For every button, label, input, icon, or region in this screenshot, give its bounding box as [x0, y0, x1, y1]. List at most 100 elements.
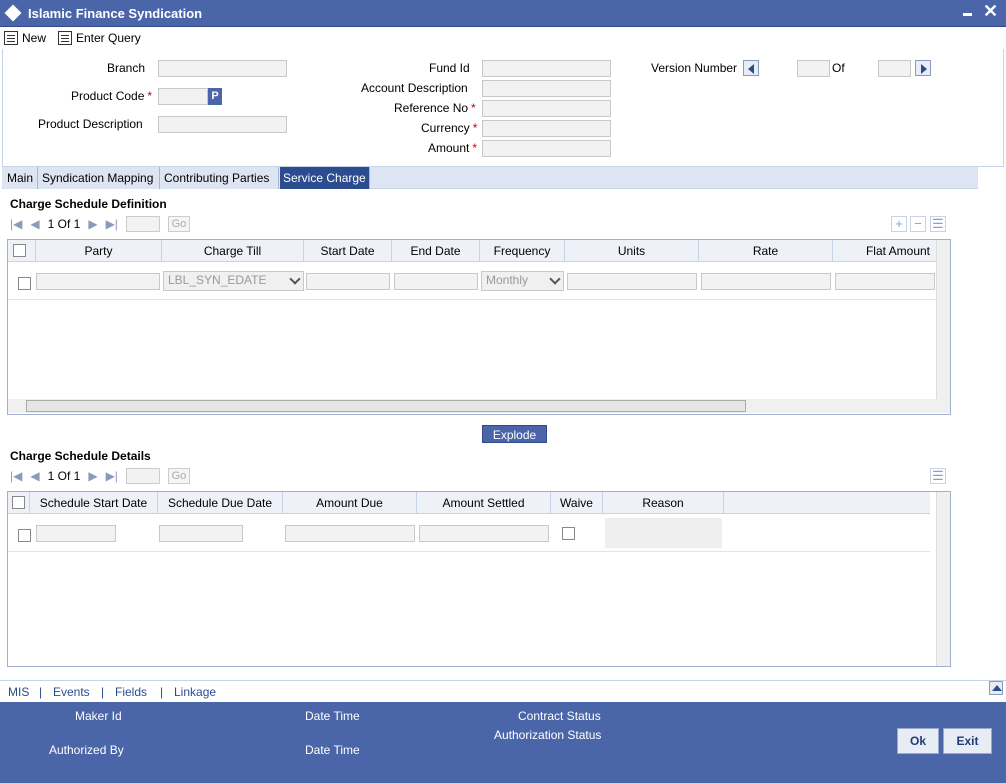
row-checkbox[interactable] [18, 529, 31, 542]
last-page-icon[interactable]: ▶| [106, 469, 118, 483]
ok-button[interactable]: Ok [897, 728, 939, 754]
definition-page-input[interactable] [125, 216, 160, 232]
schedule-due-date-field[interactable] [159, 525, 243, 542]
amount-field[interactable] [482, 140, 611, 157]
minimize-icon[interactable] [963, 13, 972, 16]
tab-main[interactable]: Main [4, 167, 38, 189]
authorization-status-label: Authorization Status [494, 728, 602, 742]
fund-id-label: Fund Id [429, 61, 470, 75]
single-view-icon[interactable]: ☰ [930, 216, 946, 232]
explode-button[interactable]: Explode [482, 425, 547, 443]
version-next-button[interactable] [915, 60, 931, 76]
next-page-icon[interactable]: ▶ [88, 217, 97, 231]
definition-go-button[interactable]: Go [167, 216, 190, 232]
amount-due-field[interactable] [285, 525, 415, 542]
product-pick-button[interactable]: P [208, 88, 222, 105]
next-icon [921, 64, 927, 74]
exit-button[interactable]: Exit [943, 728, 992, 754]
prev-page-icon[interactable]: ◀ [30, 217, 39, 231]
prev-icon [748, 64, 754, 74]
product-code-field[interactable] [158, 88, 208, 105]
definition-pager: |◀ ◀ 1 Of 1 ▶ ▶| Go [10, 215, 190, 233]
enter-query-label: Enter Query [76, 31, 141, 45]
select-all-checkbox[interactable] [13, 244, 26, 257]
events-link[interactable]: Events [53, 685, 90, 699]
tab-service-charge[interactable]: Service Charge [280, 167, 370, 189]
account-description-field[interactable] [482, 80, 611, 97]
links-bar: MIS | Events | Fields | Linkage [0, 680, 1006, 702]
currency-field[interactable] [482, 120, 611, 137]
fields-link[interactable]: Fields [115, 685, 147, 699]
tab-contributing-parties[interactable]: Contributing Parties [161, 167, 279, 189]
party-field[interactable] [36, 273, 160, 290]
details-page-input[interactable] [125, 468, 160, 484]
column-start-date: Start Date [304, 240, 392, 262]
link-separator: | [160, 685, 164, 699]
column-schedule-start-date: Schedule Start Date [30, 492, 158, 514]
link-separator: | [101, 685, 105, 699]
mis-link[interactable]: MIS [8, 685, 29, 699]
product-description-field[interactable] [158, 116, 287, 133]
contract-status-label: Contract Status [518, 709, 601, 723]
reason-field[interactable] [605, 518, 722, 548]
new-button[interactable]: New [4, 29, 46, 47]
column-reason: Reason [603, 492, 724, 514]
version-number-field[interactable] [797, 60, 830, 77]
charge-schedule-details-grid: Schedule Start Date Schedule Due Date Am… [7, 491, 951, 667]
reference-no-field[interactable] [482, 100, 611, 117]
add-row-icon[interactable]: + [891, 216, 907, 232]
toolbar: New Enter Query [0, 27, 1006, 49]
scroll-up-icon[interactable] [989, 681, 1003, 695]
product-description-label: Product Description [38, 117, 143, 131]
enter-query-button[interactable]: Enter Query [58, 29, 141, 47]
first-page-icon[interactable]: |◀ [10, 469, 22, 483]
units-field[interactable] [567, 273, 697, 290]
first-page-icon[interactable]: |◀ [10, 217, 22, 231]
single-view-icon[interactable]: ☰ [930, 468, 946, 484]
header-form: Branch Product Code * P Product Descripti… [2, 49, 1004, 167]
schedule-start-date-field[interactable] [36, 525, 116, 542]
start-date-field[interactable] [306, 273, 390, 290]
frequency-select[interactable]: Monthly [481, 271, 564, 291]
version-of-label: Of [832, 61, 845, 75]
details-page-text: 1 Of 1 [47, 469, 81, 483]
details-go-button[interactable]: Go [167, 468, 190, 484]
version-total-field[interactable] [878, 60, 911, 77]
rate-field[interactable] [701, 273, 831, 290]
enter-query-icon [58, 31, 72, 45]
horizontal-scroll-thumb[interactable] [26, 400, 746, 412]
definition-grid-header: Party Charge Till Start Date End Date Fr… [8, 240, 936, 262]
delete-row-icon[interactable]: − [910, 216, 926, 232]
version-prev-button[interactable] [743, 60, 759, 76]
next-page-icon[interactable]: ▶ [88, 469, 97, 483]
reference-no-label: Reference No * [394, 101, 476, 115]
tab-syndication-mapping[interactable]: Syndication Mapping [39, 167, 160, 189]
flat-amount-field[interactable] [835, 273, 935, 290]
last-page-icon[interactable]: ▶| [106, 217, 118, 231]
end-date-field[interactable] [394, 273, 478, 290]
column-frequency: Frequency [480, 240, 565, 262]
column-flat-amount: Flat Amount [865, 244, 930, 258]
row-checkbox[interactable] [18, 277, 31, 290]
details-grid-header: Schedule Start Date Schedule Due Date Am… [8, 492, 930, 514]
charge-till-select[interactable]: LBL_SYN_EDATE [163, 271, 304, 291]
linkage-link[interactable]: Linkage [174, 685, 216, 699]
definition-vertical-scrollbar[interactable] [936, 240, 950, 399]
maker-date-time-label: Date Time [305, 709, 360, 723]
branch-field[interactable] [158, 60, 287, 77]
details-vertical-scrollbar[interactable] [936, 492, 950, 666]
charge-schedule-definition-grid: Party Charge Till Start Date End Date Fr… [7, 239, 951, 415]
prev-page-icon[interactable]: ◀ [30, 469, 39, 483]
select-all-checkbox[interactable] [12, 496, 25, 509]
definition-horizontal-scrollbar[interactable] [8, 399, 950, 413]
close-icon[interactable]: ✕ [983, 1, 998, 22]
tab-bar: Main Syndication Mapping Contributing Pa… [2, 167, 978, 189]
fund-id-field[interactable] [482, 60, 611, 77]
version-number-label: Version Number [651, 61, 738, 75]
new-label: New [22, 31, 47, 45]
waive-checkbox[interactable] [562, 527, 575, 540]
amount-settled-field[interactable] [419, 525, 549, 542]
window-title: Islamic Finance Syndication [28, 6, 203, 21]
column-end-date: End Date [392, 240, 480, 262]
window-titlebar: Islamic Finance Syndication ✕ [0, 0, 1006, 27]
